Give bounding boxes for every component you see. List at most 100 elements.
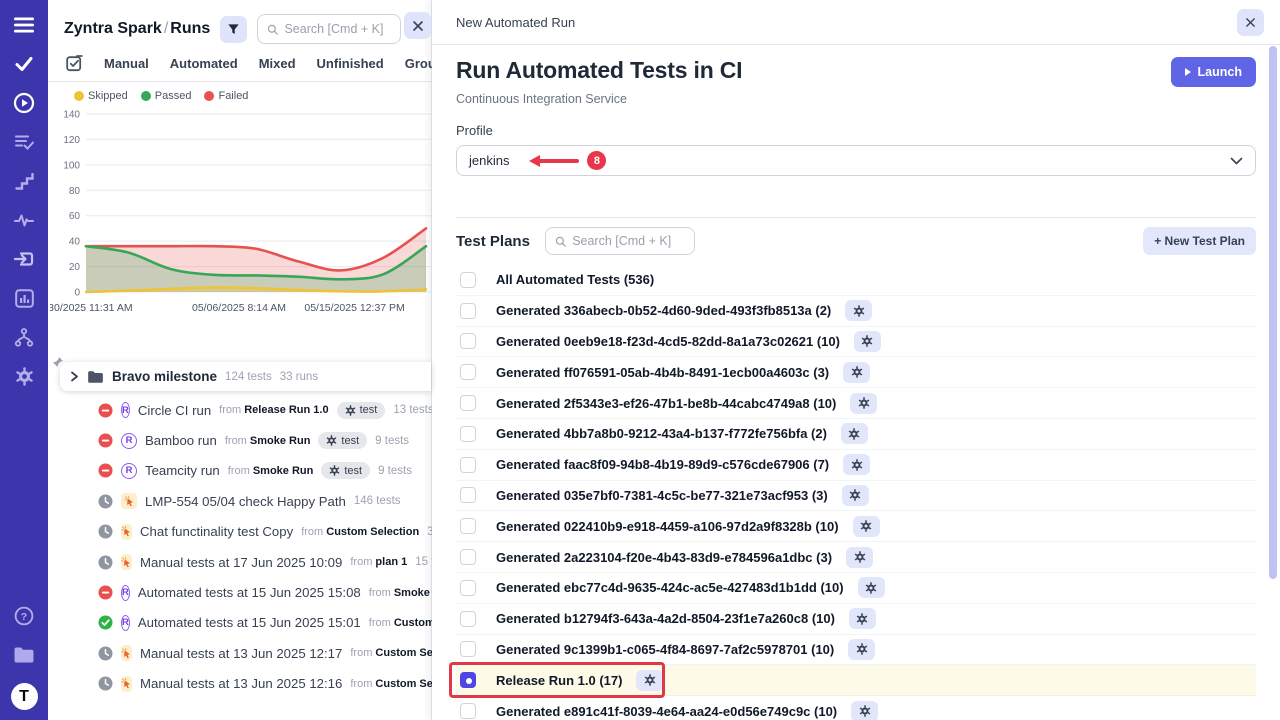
test-plan-row[interactable]: Generated e891c41f-8039-4e64-aa24-e0d56e… bbox=[456, 696, 1256, 720]
test-plan-row[interactable]: All Automated Tests (536) bbox=[456, 265, 1256, 296]
run-name[interactable]: LMP-554 05/04 check Happy Path bbox=[145, 494, 346, 509]
test-plan-row[interactable]: Generated 336abecb-0b52-4d60-9ded-493f3f… bbox=[456, 296, 1256, 327]
run-row[interactable]: Manual tests at 13 Jun 2025 12:16from Cu… bbox=[48, 669, 431, 699]
plan-checkbox[interactable] bbox=[460, 426, 476, 442]
test-plans-search[interactable] bbox=[545, 227, 695, 255]
new-test-plan-button[interactable]: + New Test Plan bbox=[1143, 227, 1256, 255]
analytics-pulse-icon[interactable] bbox=[13, 209, 35, 231]
plan-checkbox[interactable] bbox=[460, 395, 476, 411]
scrollbar-thumb[interactable] bbox=[1269, 46, 1277, 579]
run-name[interactable]: Chat functinality test Copy bbox=[140, 524, 293, 539]
plan-checkbox[interactable] bbox=[460, 611, 476, 627]
plan-checkbox[interactable] bbox=[460, 303, 476, 319]
tab-unfinished[interactable]: Unfinished bbox=[317, 56, 384, 71]
plan-settings-button[interactable] bbox=[858, 577, 885, 598]
test-plan-row[interactable]: Generated ebc77c4d-9635-424c-ac5e-427483… bbox=[456, 573, 1256, 604]
profile-select[interactable]: jenkins 8 bbox=[456, 145, 1256, 176]
close-runs-panel-button[interactable] bbox=[404, 12, 431, 39]
plan-checkbox[interactable] bbox=[460, 641, 476, 657]
test-plan-row[interactable]: Generated 035e7bf0-7381-4c5c-be77-321e73… bbox=[456, 481, 1256, 512]
milestone-card[interactable]: Bravo milestone 124 tests 33 runs bbox=[60, 362, 431, 391]
test-plans-search-input[interactable] bbox=[572, 234, 685, 248]
tab-automated[interactable]: Automated bbox=[170, 56, 238, 71]
test-plan-row[interactable]: Release Run 1.0 (17) bbox=[456, 665, 1256, 696]
run-row[interactable]: LMP-554 05/04 check Happy Path146 tests bbox=[48, 486, 431, 516]
test-plan-row[interactable]: Generated 9c1399b1-c065-4f84-8697-7af2c5… bbox=[456, 635, 1256, 666]
plan-settings-button[interactable] bbox=[845, 300, 872, 321]
runs-play-icon[interactable] bbox=[13, 92, 35, 114]
plan-settings-button[interactable] bbox=[846, 547, 873, 568]
import-icon[interactable] bbox=[13, 248, 35, 270]
plan-checkbox[interactable] bbox=[460, 672, 476, 688]
filter-button[interactable] bbox=[220, 16, 247, 43]
run-name[interactable]: Manual tests at 13 Jun 2025 12:17 bbox=[140, 646, 342, 661]
test-plan-row[interactable]: Generated 0eeb9e18-f23d-4cd5-82dd-8a1a73… bbox=[456, 327, 1256, 358]
plan-checkbox[interactable] bbox=[460, 549, 476, 565]
reports-chart-icon[interactable] bbox=[13, 287, 35, 309]
test-plan-row[interactable]: Generated b12794f3-643a-4a2d-8504-23f1e7… bbox=[456, 604, 1256, 635]
run-name[interactable]: Bamboo run bbox=[145, 433, 217, 448]
test-plan-row[interactable]: Generated 4bb7a8b0-9212-43a4-b137-f772fe… bbox=[456, 419, 1256, 450]
expand-chevron-icon[interactable] bbox=[70, 371, 79, 382]
tab-manual[interactable]: Manual bbox=[104, 56, 149, 71]
milestone-name[interactable]: Bravo milestone bbox=[112, 369, 217, 384]
run-row[interactable]: RAutomated tests at 15 Jun 2025 15:01fro… bbox=[48, 608, 431, 638]
run-name[interactable]: Manual tests at 13 Jun 2025 12:16 bbox=[140, 676, 342, 691]
branches-icon[interactable] bbox=[13, 326, 35, 348]
plan-settings-button[interactable] bbox=[843, 454, 870, 475]
test-plan-row[interactable]: Generated 2a223104-f20e-4b43-83d9-e78459… bbox=[456, 542, 1256, 573]
test-plan-row[interactable]: Generated 022410b9-e918-4459-a106-97d2a9… bbox=[456, 511, 1256, 542]
run-name[interactable]: Automated tests at 15 Jun 2025 15:01 bbox=[138, 615, 361, 630]
plan-settings-button[interactable] bbox=[854, 331, 881, 352]
run-row[interactable]: Chat functinality test Copyfrom Custom S… bbox=[48, 517, 431, 547]
tab-mixed[interactable]: Mixed bbox=[259, 56, 296, 71]
test-plan-row[interactable]: Generated ff076591-05ab-4b4b-8491-1ecb00… bbox=[456, 357, 1256, 388]
run-row[interactable]: RCircle CI runfrom Release Run 1.0test13… bbox=[48, 395, 431, 425]
launch-button[interactable]: Launch bbox=[1171, 57, 1256, 87]
run-test-badge[interactable]: test bbox=[321, 462, 370, 479]
app-logo[interactable]: T bbox=[11, 683, 38, 710]
run-name[interactable]: Teamcity run bbox=[145, 463, 220, 478]
run-row[interactable]: RAutomated tests at 15 Jun 2025 15:08fro… bbox=[48, 577, 431, 607]
plan-settings-button[interactable] bbox=[849, 608, 876, 629]
menu-icon[interactable] bbox=[13, 14, 35, 36]
milestones-steps-icon[interactable] bbox=[13, 170, 35, 192]
runs-search[interactable] bbox=[257, 14, 401, 44]
plan-checkbox[interactable] bbox=[460, 487, 476, 503]
projects-folder-icon[interactable] bbox=[13, 644, 35, 666]
plan-settings-button[interactable] bbox=[851, 701, 878, 720]
run-row[interactable]: RBamboo runfrom Smoke Runtest9 tests bbox=[48, 425, 431, 455]
run-row[interactable]: Manual tests at 13 Jun 2025 12:17from Cu… bbox=[48, 638, 431, 668]
plan-checkbox[interactable] bbox=[460, 518, 476, 534]
plan-checkbox[interactable] bbox=[460, 457, 476, 473]
plan-settings-button[interactable] bbox=[853, 516, 880, 537]
plan-checkbox[interactable] bbox=[460, 703, 476, 719]
run-name[interactable]: Manual tests at 17 Jun 2025 10:09 bbox=[140, 555, 342, 570]
plan-checkbox[interactable] bbox=[460, 364, 476, 380]
settings-gear-icon[interactable] bbox=[13, 365, 35, 387]
test-plan-row[interactable]: Generated 2f5343e3-ef26-47b1-be8b-44cabc… bbox=[456, 388, 1256, 419]
plan-settings-button[interactable] bbox=[843, 362, 870, 383]
tests-check-icon[interactable] bbox=[13, 53, 35, 75]
close-modal-button[interactable] bbox=[1237, 9, 1264, 36]
breadcrumb-project[interactable]: Zyntra Spark bbox=[64, 20, 162, 37]
test-plans-list-icon[interactable] bbox=[13, 131, 35, 153]
run-name[interactable]: Automated tests at 15 Jun 2025 15:08 bbox=[138, 585, 361, 600]
plan-settings-button[interactable] bbox=[850, 393, 877, 414]
plan-settings-button[interactable] bbox=[841, 423, 868, 444]
help-icon[interactable]: ? bbox=[13, 605, 35, 627]
plan-settings-button[interactable] bbox=[848, 639, 875, 660]
select-runs-icon[interactable] bbox=[66, 54, 83, 72]
plan-checkbox[interactable] bbox=[460, 272, 476, 288]
runs-search-input[interactable] bbox=[284, 22, 391, 36]
run-row[interactable]: Manual tests at 17 Jun 2025 10:09from pl… bbox=[48, 547, 431, 577]
plan-settings-button[interactable] bbox=[636, 670, 663, 691]
test-plan-row[interactable]: Generated faac8f09-94b8-4b19-89d9-c576cd… bbox=[456, 450, 1256, 481]
plan-checkbox[interactable] bbox=[460, 580, 476, 596]
run-row[interactable]: RTeamcity runfrom Smoke Runtest9 tests bbox=[48, 456, 431, 486]
run-name[interactable]: Circle CI run bbox=[138, 403, 211, 418]
run-test-badge[interactable]: test bbox=[318, 432, 367, 449]
plan-settings-button[interactable] bbox=[842, 485, 869, 506]
run-test-badge[interactable]: test bbox=[337, 402, 386, 419]
plan-checkbox[interactable] bbox=[460, 333, 476, 349]
